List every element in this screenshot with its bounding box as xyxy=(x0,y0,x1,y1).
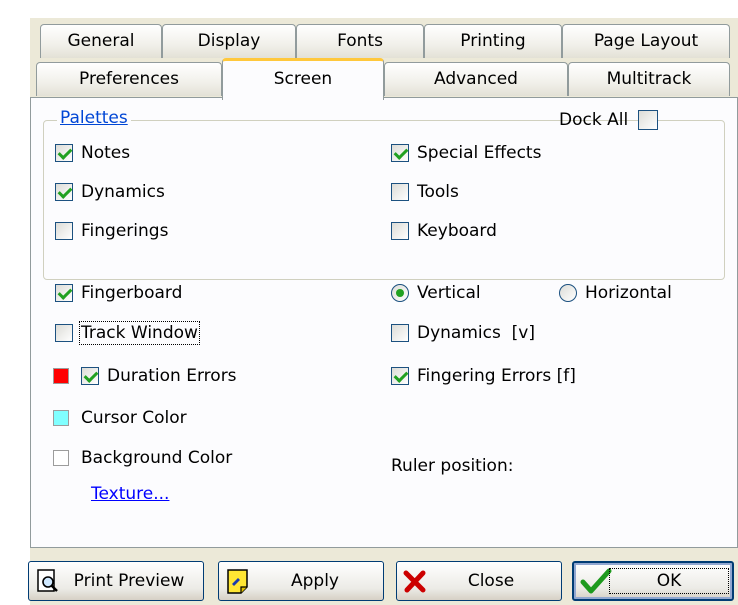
print-preview-icon xyxy=(35,568,61,594)
tab-preferences[interactable]: Preferences xyxy=(36,62,222,96)
fingering-errors-label: Fingering Errors [f] xyxy=(417,366,576,386)
print-preview-label: Print Preview xyxy=(73,571,185,591)
notes-checkbox[interactable]: Notes xyxy=(55,143,130,163)
checkmark-icon xyxy=(580,567,612,595)
fingerboard-label: Fingerboard xyxy=(81,283,183,303)
checkbox-box[interactable] xyxy=(55,324,73,342)
radio-circle[interactable] xyxy=(559,284,577,302)
keyboard-checkbox[interactable]: Keyboard xyxy=(391,221,497,241)
cursor-color-swatch[interactable] xyxy=(53,410,69,426)
close-button[interactable]: Close xyxy=(396,561,562,601)
tab-display[interactable]: Display xyxy=(162,24,296,58)
notes-label: Notes xyxy=(81,143,131,163)
checkbox-box[interactable] xyxy=(55,144,73,162)
duration-errors-row: Duration Errors xyxy=(53,366,237,386)
tab-screen[interactable]: Screen xyxy=(222,58,384,100)
tools-label: Tools xyxy=(417,182,459,202)
vertical-radio[interactable]: Vertical xyxy=(391,283,481,303)
cursor-color-row[interactable]: Cursor Color xyxy=(53,408,187,428)
checkbox-box[interactable] xyxy=(391,324,409,342)
dynamics-checkbox[interactable]: Dynamics xyxy=(55,182,165,202)
apply-label: Apply xyxy=(291,571,339,591)
tools-checkbox[interactable]: Tools xyxy=(391,182,459,202)
apply-button[interactable]: Apply xyxy=(218,561,384,601)
special-effects-checkbox[interactable]: Special Effects xyxy=(391,143,541,163)
dock-all-label: Dock All xyxy=(559,110,629,130)
checkbox-box[interactable] xyxy=(391,222,409,240)
fingering-errors-checkbox[interactable]: Fingering Errors [f] xyxy=(391,366,576,386)
palettes-group-title: Palettes xyxy=(57,108,131,128)
tab-advanced[interactable]: Advanced xyxy=(384,62,568,96)
tab-page-layout[interactable]: Page Layout xyxy=(562,24,730,58)
radio-circle[interactable] xyxy=(391,284,409,302)
ok-label: OK xyxy=(609,568,729,594)
dynamics-v-label: Dynamics [v] xyxy=(417,323,535,343)
dynamics-v-checkbox[interactable]: Dynamics [v] xyxy=(391,323,535,343)
fingerings-checkbox[interactable]: Fingerings xyxy=(55,221,168,241)
background-color-swatch[interactable] xyxy=(53,450,69,466)
texture-link[interactable]: Texture... xyxy=(91,484,169,504)
apply-icon xyxy=(225,567,253,595)
special-effects-label: Special Effects xyxy=(417,143,542,163)
duration-errors-color-swatch[interactable] xyxy=(53,368,69,384)
checkbox-box[interactable] xyxy=(391,367,409,385)
screen-tab-panel: Palettes Dock All Notes Dynamics Fingeri… xyxy=(30,97,738,548)
close-label: Close xyxy=(467,571,515,591)
tab-multitrack[interactable]: Multitrack xyxy=(568,62,730,96)
duration-errors-checkbox[interactable] xyxy=(81,367,99,385)
ok-button[interactable]: OK xyxy=(572,561,734,601)
tab-printing[interactable]: Printing xyxy=(424,24,562,58)
print-preview-button[interactable]: Print Preview xyxy=(28,561,204,601)
dynamics-label: Dynamics xyxy=(81,182,165,202)
checkbox-box[interactable] xyxy=(55,183,73,201)
checkbox-box[interactable] xyxy=(55,222,73,240)
checkbox-box[interactable] xyxy=(55,284,73,302)
fingerings-label: Fingerings xyxy=(81,221,169,241)
dock-all-box[interactable] xyxy=(638,110,659,130)
dock-all-checkbox[interactable]: Dock All xyxy=(559,110,659,130)
horizontal-radio[interactable]: Horizontal xyxy=(559,283,672,303)
background-color-label: Background Color xyxy=(81,448,233,468)
vertical-label: Vertical xyxy=(417,283,481,303)
tab-general[interactable]: General xyxy=(40,24,162,58)
close-icon xyxy=(403,569,427,593)
cursor-color-label: Cursor Color xyxy=(81,408,187,428)
checkbox-box[interactable] xyxy=(391,183,409,201)
fingerboard-checkbox[interactable]: Fingerboard xyxy=(55,283,182,303)
checkbox-box[interactable] xyxy=(391,144,409,162)
keyboard-label: Keyboard xyxy=(417,221,497,241)
track-window-checkbox[interactable]: Track Window xyxy=(55,321,200,345)
horizontal-label: Horizontal xyxy=(585,283,672,303)
preferences-dialog: General Display Fonts Printing Page Layo… xyxy=(28,18,738,605)
duration-errors-label: Duration Errors xyxy=(107,366,237,386)
background-color-row[interactable]: Background Color xyxy=(53,448,232,468)
tab-fonts[interactable]: Fonts xyxy=(296,24,424,58)
ruler-position-label: Ruler position: xyxy=(391,456,514,476)
track-window-label: Track Window xyxy=(79,321,200,345)
